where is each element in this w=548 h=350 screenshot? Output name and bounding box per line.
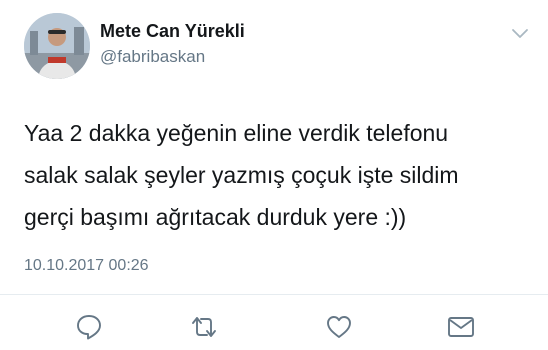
- retweet-icon: [192, 317, 216, 337]
- tweet-text-line: salak salak şeyler yazmış çoçuk işte sil…: [24, 162, 459, 188]
- tweet-timestamp[interactable]: 10.10.2017 00:26: [24, 257, 149, 275]
- reply-button[interactable]: [74, 313, 104, 341]
- direct-message-button[interactable]: [446, 313, 476, 341]
- tweet-card: Mete Can Yürekli @fabribaskan Yaa 2 dakk…: [0, 0, 548, 350]
- divider: [0, 294, 548, 295]
- like-button[interactable]: [324, 313, 354, 341]
- avatar-image: [24, 13, 90, 79]
- author-name[interactable]: Mete Can Yürekli: [100, 21, 245, 42]
- author-handle[interactable]: @fabribaskan: [100, 47, 205, 67]
- avatar[interactable]: [24, 13, 90, 79]
- envelope-icon: [448, 317, 474, 337]
- retweet-button[interactable]: [189, 313, 219, 341]
- chevron-down-icon[interactable]: [510, 26, 530, 40]
- heart-icon: [327, 316, 351, 338]
- tweet-text-line: gerçi başımı ağrıtacak durduk yere :)): [24, 204, 407, 230]
- tweet-text-line: Yaa 2 dakka yeğenin eline verdik telefon…: [24, 120, 449, 146]
- reply-icon: [77, 315, 101, 340]
- tweet-text: Yaa 2 dakka yeğenin eline verdik telefon…: [24, 112, 534, 238]
